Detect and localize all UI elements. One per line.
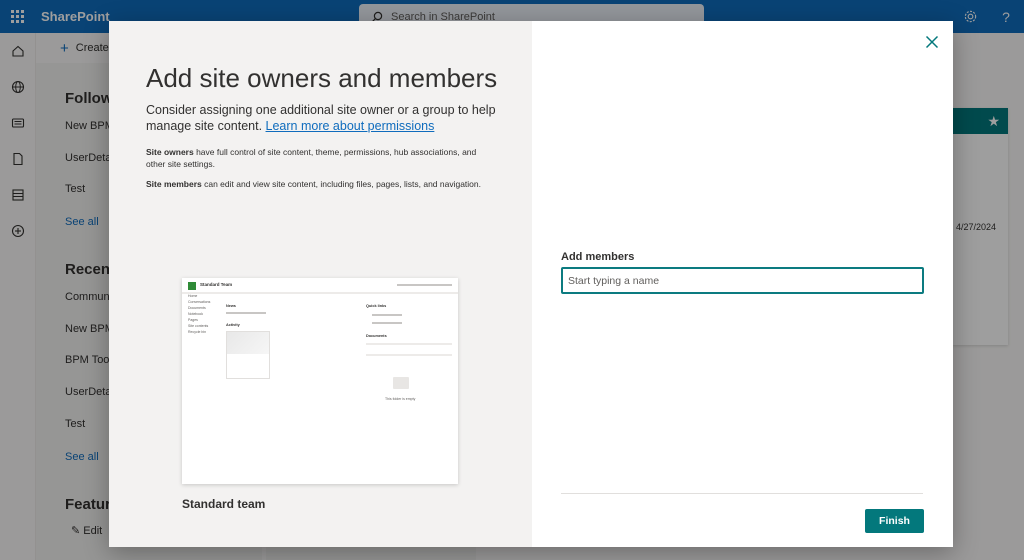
- template-preview-image: Standard Team Home Conversations Documen…: [182, 278, 458, 484]
- owners-term: Site owners: [146, 147, 194, 157]
- preview-news-heading: News: [226, 304, 236, 308]
- footer-divider: [561, 493, 923, 494]
- learn-more-link[interactable]: Learn more about permissions: [266, 119, 435, 133]
- preview-site-title: Standard Team: [200, 282, 233, 287]
- preview-nav-item: Documents: [188, 306, 206, 310]
- add-members-dialog: Add site owners and members Consider ass…: [109, 21, 953, 547]
- preview-documents-heading: Documents: [366, 334, 387, 338]
- preview-nav-item: Recycle bin: [188, 330, 207, 334]
- site-owners-description: Site owners have full control of site co…: [146, 146, 496, 170]
- empty-folder-icon: [393, 377, 409, 389]
- preview-activity-card: [226, 331, 270, 379]
- dialog-subtitle: Consider assigning one additional site o…: [146, 102, 496, 134]
- members-desc: can edit and view site content, includin…: [201, 179, 482, 189]
- preview-nav-item: Pages: [188, 318, 198, 322]
- preview-quick-links-heading: Quick links: [366, 304, 387, 308]
- preview-nav-item: Conversations: [188, 300, 211, 304]
- dialog-info-pane: Add site owners and members Consider ass…: [109, 21, 532, 547]
- preview-nav-item: Site contents: [188, 324, 209, 328]
- template-name: Standard team: [182, 497, 266, 511]
- site-logo: [188, 282, 196, 290]
- add-members-label: Add members: [561, 251, 635, 263]
- site-members-description: Site members can edit and view site cont…: [146, 178, 496, 190]
- add-members-input[interactable]: [561, 267, 924, 294]
- members-term: Site members: [146, 179, 202, 189]
- close-icon[interactable]: [921, 31, 943, 53]
- preview-nav-item: Home: [188, 294, 198, 298]
- finish-button[interactable]: Finish: [865, 509, 924, 533]
- preview-empty-text: This folder is empty: [385, 397, 416, 401]
- dialog-title: Add site owners and members: [146, 63, 498, 93]
- preview-activity-heading: Activity: [226, 323, 240, 327]
- preview-nav-item: Notebook: [188, 312, 203, 316]
- owners-desc: have full control of site content, theme…: [146, 147, 477, 169]
